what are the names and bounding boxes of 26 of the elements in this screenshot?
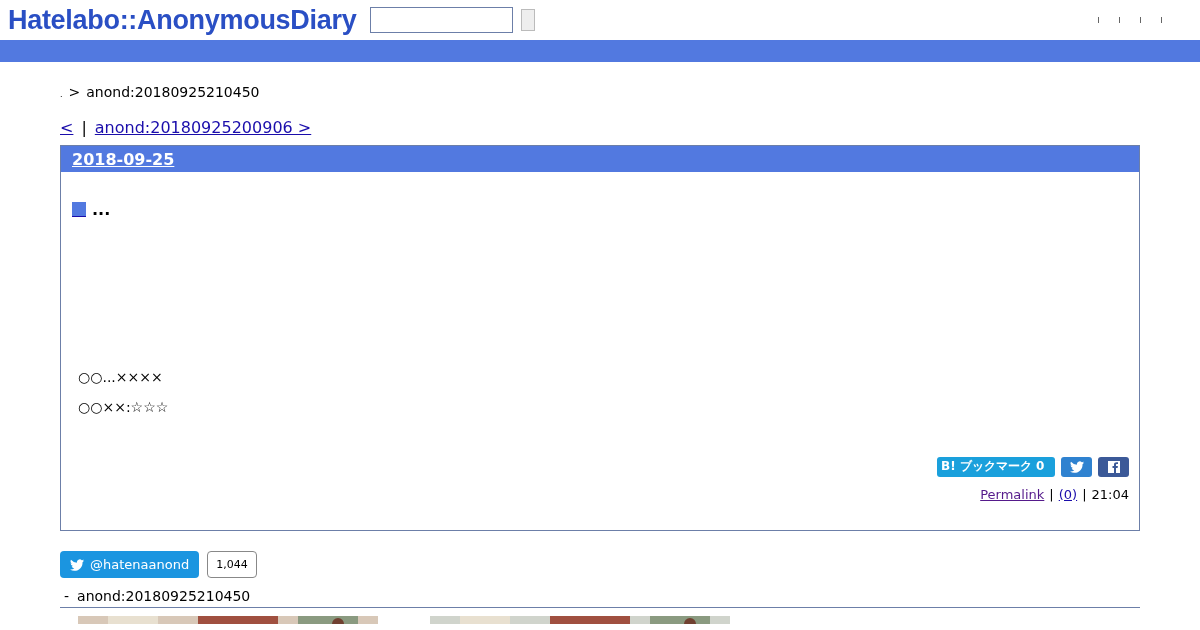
post-time: 21:04: [1091, 487, 1129, 502]
bird-icon: [1069, 461, 1084, 473]
meta-separator: |: [1082, 487, 1087, 502]
entry-title: ...: [92, 200, 111, 219]
related-title: anond:20180925210450: [77, 588, 251, 604]
date-link[interactable]: 2018-09-25: [72, 149, 175, 169]
search-field[interactable]: [370, 7, 514, 33]
follower-count: 1,044: [207, 551, 257, 578]
prev-link[interactable]: <: [60, 118, 74, 137]
breadcrumb-current: anond:20180925210450: [86, 84, 260, 100]
f-icon: [1107, 461, 1120, 473]
pager-divider: |: [81, 118, 87, 137]
list-dash: -: [64, 588, 70, 604]
meta-separator: |: [1049, 487, 1054, 502]
bird-icon: [70, 558, 84, 571]
share-button[interactable]: [1098, 457, 1129, 477]
next-link[interactable]: anond:20180925200906 >: [94, 118, 312, 137]
square-icon[interactable]: [72, 202, 86, 217]
site-logo[interactable]: Hatelabo::AnonymousDiary: [8, 4, 357, 36]
comments-link[interactable]: (0): [1058, 487, 1078, 502]
body-text: ○○...××××: [78, 369, 164, 385]
body-text: ○○××:☆☆☆: [78, 399, 170, 415]
permalink-link[interactable]: Permalink: [980, 487, 1045, 502]
breadcrumb-link[interactable]: .: [60, 90, 63, 99]
tweet-button[interactable]: [1061, 457, 1092, 477]
breadcrumb-separator: >: [68, 84, 81, 100]
